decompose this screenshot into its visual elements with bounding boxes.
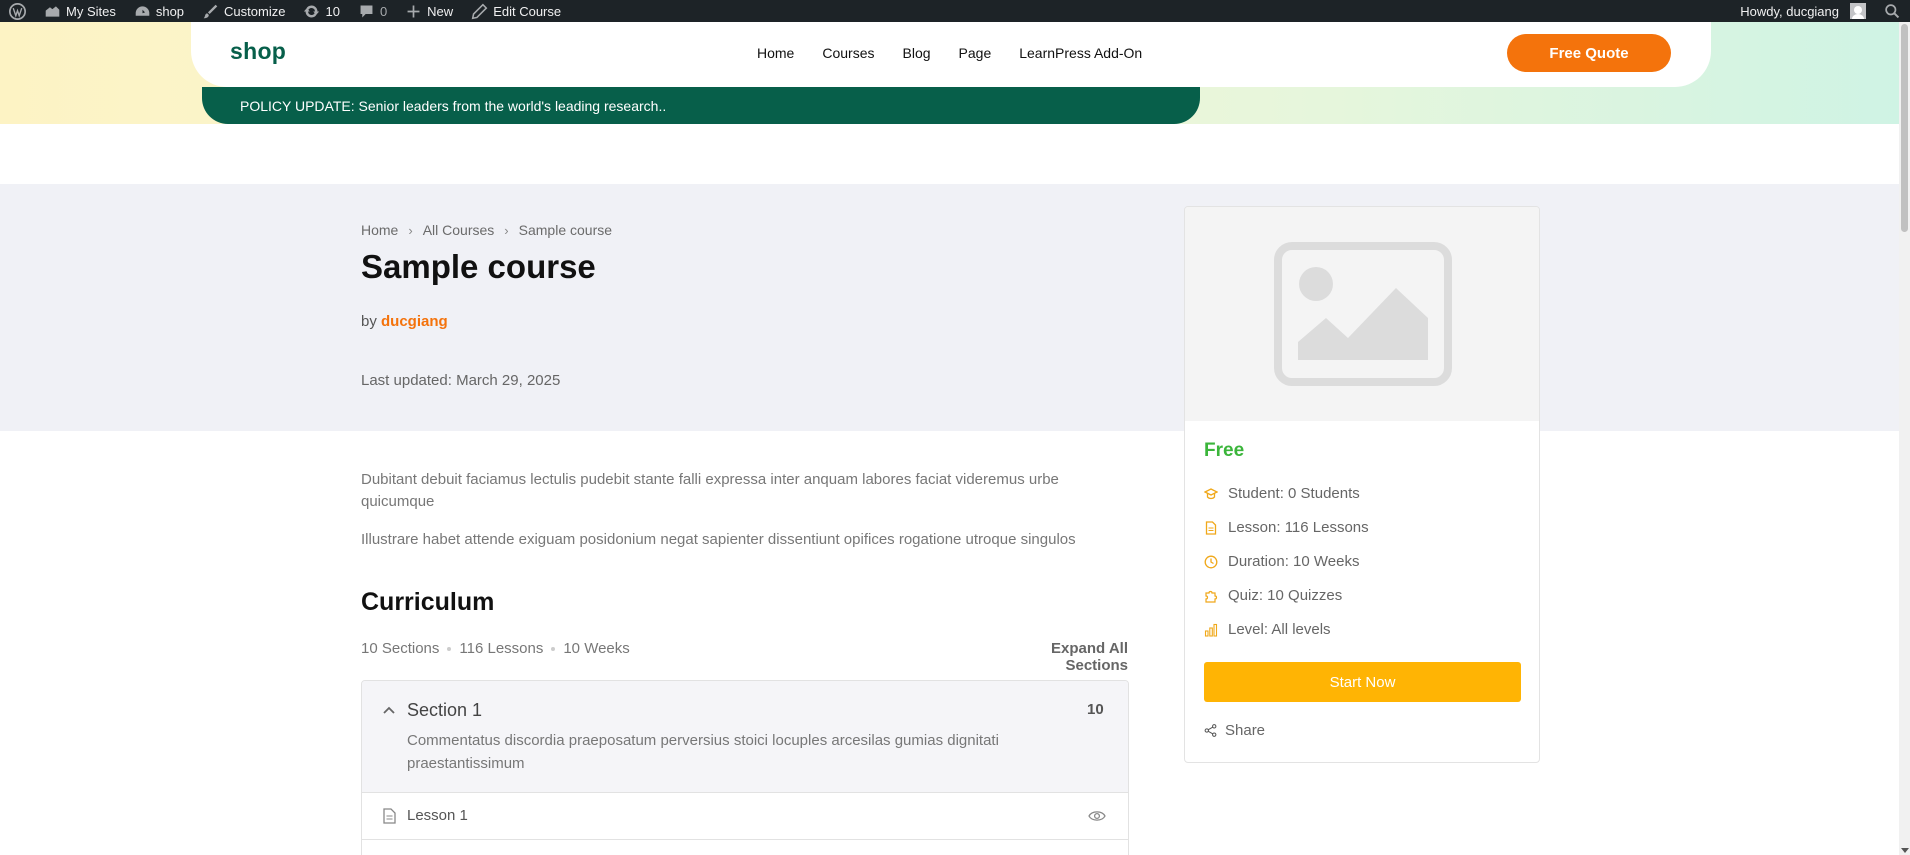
bar-chart-icon <box>1204 623 1218 637</box>
start-now-button[interactable]: Start Now <box>1204 662 1521 702</box>
share-icon <box>1204 724 1217 737</box>
edit-course-link[interactable]: Edit Course <box>462 0 570 22</box>
students-info: Student: 0 Students <box>1204 485 1360 502</box>
pencil-icon <box>471 3 488 19</box>
separator-dot <box>447 646 452 651</box>
separator-dot <box>551 646 556 651</box>
breadcrumb-home[interactable]: Home <box>361 222 398 238</box>
nav-item-home[interactable]: Home <box>757 45 794 61</box>
search-icon[interactable] <box>1875 0 1910 22</box>
nav-item-courses[interactable]: Courses <box>822 45 874 61</box>
course-author: by ducgiang <box>361 313 448 330</box>
clock-icon <box>1204 555 1218 568</box>
lessons-info: Lesson: 116 Lessons <box>1204 519 1369 536</box>
my-sites-menu[interactable]: My Sites <box>35 0 125 22</box>
account-menu[interactable]: Howdy, ducgiang <box>1731 0 1875 22</box>
updates-icon <box>304 5 320 17</box>
sections-count: 10 Sections <box>361 640 440 657</box>
nav-item-learnpress-addon[interactable]: LearnPress Add-On <box>1019 45 1142 61</box>
chevron-up-icon[interactable] <box>382 703 396 717</box>
duration-count: 10 Weeks <box>563 640 630 657</box>
comment-icon <box>360 5 373 17</box>
author-link[interactable]: ducgiang <box>381 313 448 330</box>
policy-banner[interactable]: POLICY UPDATE: Senior leaders from the w… <box>202 87 1200 124</box>
nav-item-blog[interactable]: Blog <box>903 45 931 61</box>
expand-all-sections-button[interactable]: Expand All Sections <box>985 640 1128 674</box>
graduation-cap-icon <box>1204 487 1218 499</box>
wordpress-logo-icon[interactable] <box>0 0 35 22</box>
avatar <box>1850 3 1866 19</box>
dashboard-icon <box>135 5 150 16</box>
nav-item-page[interactable]: Page <box>959 45 992 61</box>
site-logo[interactable]: shop <box>230 38 286 65</box>
course-sidebar-card: Free Student: 0 Students Lesson: 116 Les… <box>1184 206 1540 763</box>
updates-link[interactable]: 10 <box>294 0 348 22</box>
course-description-p2: Illustrare habet attende exiguam posidon… <box>361 531 1076 548</box>
document-icon <box>383 808 396 824</box>
comments-link[interactable]: 0 <box>349 0 396 22</box>
site-name-menu[interactable]: shop <box>125 0 193 22</box>
admin-bar: My Sites shop Customize 10 0 New Edit Co… <box>0 0 1910 22</box>
course-description-p1: Dubitant debuit faciamus lectulis pudebi… <box>361 471 1059 510</box>
author-prefix: by <box>361 313 377 330</box>
document-icon <box>1205 520 1217 535</box>
lesson-item[interactable] <box>362 841 1128 855</box>
image-placeholder-icon <box>1274 242 1452 386</box>
quiz-info: Quiz: 10 Quizzes <box>1204 587 1342 604</box>
section-title: Section 1 <box>407 700 483 720</box>
chevron-right-icon: › <box>408 222 413 238</box>
level-info: Level: All levels <box>1204 621 1331 638</box>
lessons-count: 116 Lessons <box>459 640 544 657</box>
duration-info: Duration: 10 Weeks <box>1204 553 1359 570</box>
chevron-right-icon: › <box>504 222 509 238</box>
last-updated: Last updated: March 29, 2025 <box>361 372 561 389</box>
section-header[interactable]: Section 1 10 Commentatus discordia praep… <box>362 681 1128 793</box>
page-title: Sample course <box>361 248 596 285</box>
scroll-down-arrow-icon[interactable] <box>1901 848 1909 853</box>
section-description: Commentatus discordia praeposatum perver… <box>407 732 999 772</box>
new-content-menu[interactable]: New <box>396 0 462 22</box>
puzzle-icon <box>1205 590 1218 603</box>
curriculum-meta: 10 Sections 116 Lessons 10 Weeks <box>361 640 630 657</box>
course-hero <box>0 184 1899 431</box>
page-scrollbar[interactable] <box>1899 22 1910 855</box>
curriculum-title: Curriculum <box>361 588 495 616</box>
customize-link[interactable]: Customize <box>193 0 294 22</box>
scrollbar-thumb[interactable] <box>1901 24 1908 232</box>
breadcrumb-all-courses[interactable]: All Courses <box>423 222 495 238</box>
free-quote-button[interactable]: Free Quote <box>1507 34 1671 72</box>
breadcrumb-current: Sample course <box>518 222 613 238</box>
plus-icon <box>407 5 420 17</box>
share-button[interactable]: Share <box>1204 722 1265 739</box>
lesson-title: Lesson 1 <box>407 807 468 824</box>
lesson-item[interactable]: Lesson 1 <box>362 793 1128 840</box>
course-price: Free <box>1204 440 1245 461</box>
main-nav: Home Courses Blog Page LearnPress Add-On <box>757 45 1142 61</box>
curriculum-section: Section 1 10 Commentatus discordia praep… <box>361 680 1129 855</box>
my-sites-icon <box>45 5 60 17</box>
brush-icon <box>203 4 218 18</box>
site-header: shop Home Courses Blog Page LearnPress A… <box>191 22 1711 87</box>
breadcrumb: Home › All Courses › Sample course <box>361 222 612 238</box>
course-thumbnail <box>1185 207 1539 421</box>
section-lesson-count: 10 <box>1087 701 1104 718</box>
eye-icon[interactable] <box>1088 809 1106 823</box>
